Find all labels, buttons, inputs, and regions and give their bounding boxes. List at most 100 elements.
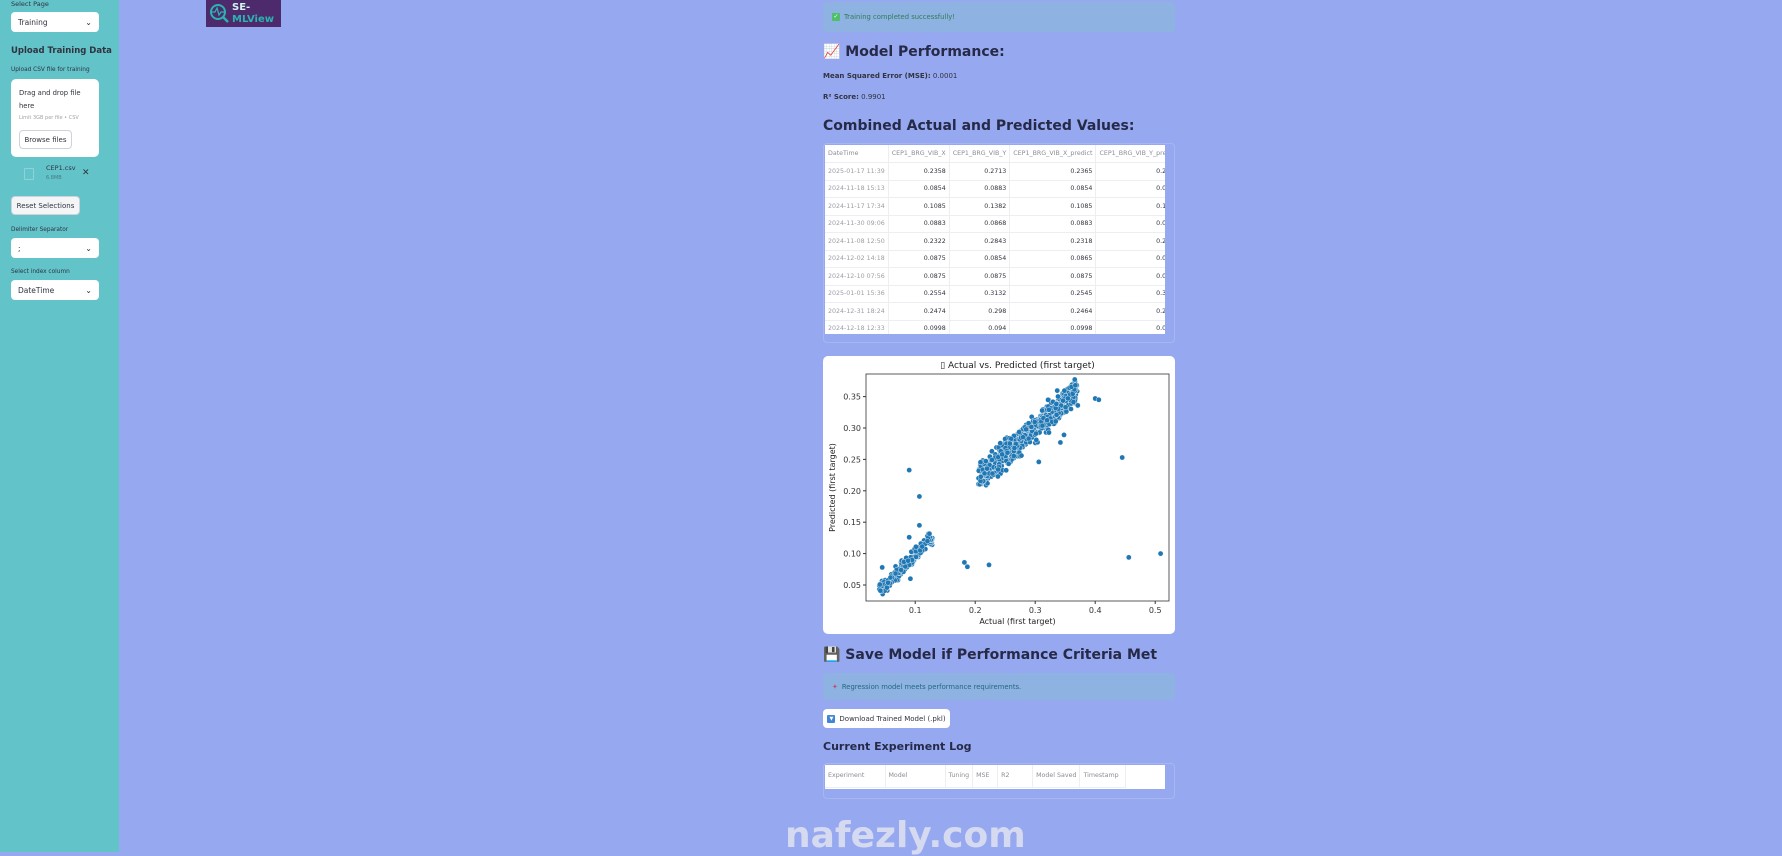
download-model-button[interactable]: ▼ Download Trained Model (.pkl) xyxy=(823,709,950,728)
scatter-point xyxy=(1068,406,1074,412)
table-cell: 0.3132 xyxy=(949,285,1011,303)
table-cell: 2024-12-02 14:18 xyxy=(825,250,889,268)
experiment-log-table[interactable]: Experiment Model Tuning MSE R2 Model Saved Tim… xyxy=(823,763,1175,799)
scatter-point xyxy=(1054,387,1061,394)
table-row: 2025-01-01 15:360.25540.31320.25450.3178 xyxy=(825,285,1165,303)
log-column-header[interactable]: Tuning xyxy=(945,765,974,788)
y-tick-label: 0.05 xyxy=(843,581,861,590)
table-cell: 0.0998 xyxy=(1009,320,1097,334)
table-cell: 0.0883 xyxy=(1009,215,1097,233)
table-row: 2024-12-18 12:330.09980.0940.09980.0967 xyxy=(825,320,1165,334)
r2-label: R² Score: xyxy=(823,93,859,101)
table-cell: 0.0865 xyxy=(1009,250,1097,268)
scatter-point xyxy=(1057,439,1064,446)
table-cell: 0.3178 xyxy=(1095,285,1165,303)
log-column-header[interactable]: R2 xyxy=(997,765,1034,788)
table-cell: 0.0875 xyxy=(1095,267,1165,286)
y-tick-label: 0.15 xyxy=(843,518,861,527)
table-cell: 2024-11-18 15:13 xyxy=(825,180,889,198)
scatter-point xyxy=(1095,396,1102,403)
column-header[interactable]: CEP1_BRG_VIB_Y xyxy=(949,145,1011,163)
log-column-header[interactable]: Model xyxy=(885,765,946,788)
scatter-point xyxy=(1060,397,1066,404)
table-cell: 2025-01-17 11:39 xyxy=(825,162,889,181)
scatter-point xyxy=(1071,376,1078,383)
table-cell: 0.2545 xyxy=(1009,285,1097,303)
scatter-point xyxy=(898,567,904,573)
table-cell: 0.1085 xyxy=(888,197,950,216)
scatter-point xyxy=(1044,417,1050,424)
scatter-point xyxy=(1039,422,1046,429)
scatter-point xyxy=(916,522,923,529)
scatter-point xyxy=(877,587,884,594)
column-header[interactable]: CEP1_BRG_VIB_X_predict xyxy=(1009,145,1097,163)
table-cell: 0.2554 xyxy=(888,285,950,303)
r2-value: 0.9901 xyxy=(861,93,886,101)
table-cell: 0.094 xyxy=(949,320,1011,334)
x-tick-label: 0.2 xyxy=(969,606,982,615)
log-column-header[interactable]: Timestamp xyxy=(1079,765,1127,788)
chart-title: ▯ Actual vs. Predicted (first target) xyxy=(940,361,1095,371)
watermark: nafezly.com xyxy=(785,815,1026,856)
remove-file-icon[interactable]: ✕ xyxy=(82,168,90,178)
column-header[interactable]: CEP1_BRG_VIB_Y_predict xyxy=(1095,145,1165,163)
scatter-point xyxy=(986,562,992,568)
table-row: 2024-11-18 15:130.08540.08830.08540.0883 xyxy=(825,180,1165,198)
column-header[interactable]: DateTime xyxy=(825,145,889,163)
scatter-point xyxy=(983,458,989,464)
table-cell: 0.0854 xyxy=(888,180,950,198)
reset-selections-button[interactable]: Reset Selections xyxy=(11,196,80,215)
table-row: 2024-11-30 09:060.08830.08680.08830.0868 xyxy=(825,215,1165,233)
delimiter-dropdown[interactable]: ; ⌄ xyxy=(11,238,99,258)
scatter-point xyxy=(1119,454,1126,461)
dropzone-text: Drag and drop file here xyxy=(19,89,81,110)
scatter-point xyxy=(995,473,1001,480)
log-column-header[interactable]: MSE xyxy=(972,765,999,788)
log-column-header[interactable]: Model Saved xyxy=(1032,765,1081,788)
table-cell: 0.298 xyxy=(949,302,1011,321)
combined-values-dataframe[interactable]: DateTime CEP1_BRG_VIB_X CEP1_BRG_VIB_Y CEP1… xyxy=(823,143,1175,343)
scatter-point xyxy=(1035,459,1042,465)
mse-value: 0.0001 xyxy=(932,72,958,80)
mse-label: Mean Squared Error (MSE): xyxy=(823,72,931,80)
table-cell: 0.2976 xyxy=(1095,162,1165,181)
table-cell: 0.0868 xyxy=(1095,215,1165,233)
y-tick-label: 0.30 xyxy=(843,424,861,433)
y-axis-label: Predicted (first target) xyxy=(828,443,837,532)
scatter-point xyxy=(984,465,990,472)
table-row: 2024-12-31 18:240.24740.2980.24640.2923 xyxy=(825,302,1165,321)
table-cell: 2024-11-30 09:06 xyxy=(825,215,889,233)
scatter-point xyxy=(1025,435,1032,442)
scatter-point xyxy=(1008,436,1014,442)
scatter-point xyxy=(1011,445,1018,451)
scatter-point xyxy=(1028,424,1035,430)
success-alert: ✓ Training completed successfully! xyxy=(823,2,1175,32)
column-header[interactable]: CEP1_BRG_VIB_X xyxy=(888,145,950,163)
scatter-point xyxy=(989,448,995,455)
table-cell: 0.0875 xyxy=(888,250,950,268)
log-column-header[interactable]: Experiment xyxy=(825,765,886,788)
chevron-down-icon: ⌄ xyxy=(85,243,92,253)
download-button-label: Download Trained Model (.pkl) xyxy=(839,714,946,723)
scatter-point xyxy=(905,557,911,564)
scatter-point xyxy=(997,440,1004,446)
file-dropzone[interactable]: Drag and drop file here Limit 3GB per fi… xyxy=(11,79,99,157)
select-page-dropdown[interactable]: Training ⌄ xyxy=(11,12,99,32)
scatter-point xyxy=(1031,419,1038,425)
app-logo: SE- MLView xyxy=(206,0,281,27)
table-row: 2024-12-10 07:560.08750.08750.08750.0875 xyxy=(825,267,1165,286)
file-name: CEP1.csv xyxy=(46,164,76,172)
browse-files-button[interactable]: Browse files xyxy=(19,130,72,149)
table-cell: 2024-12-10 07:56 xyxy=(825,267,889,286)
scatter-point xyxy=(1007,440,1013,447)
table-cell: 0.0967 xyxy=(1095,320,1165,334)
success-message: Training completed successfully! xyxy=(844,13,956,21)
table-cell: 0.0883 xyxy=(888,215,950,233)
scatter-point xyxy=(989,457,995,463)
index-column-dropdown[interactable]: DateTime ⌄ xyxy=(11,280,99,300)
table-cell: 0.2923 xyxy=(1095,302,1165,321)
x-tick-label: 0.3 xyxy=(1029,606,1042,615)
y-tick-label: 0.10 xyxy=(843,550,861,559)
table-cell: 0.0868 xyxy=(949,215,1011,233)
table-cell: 0.2808 xyxy=(1095,232,1165,251)
